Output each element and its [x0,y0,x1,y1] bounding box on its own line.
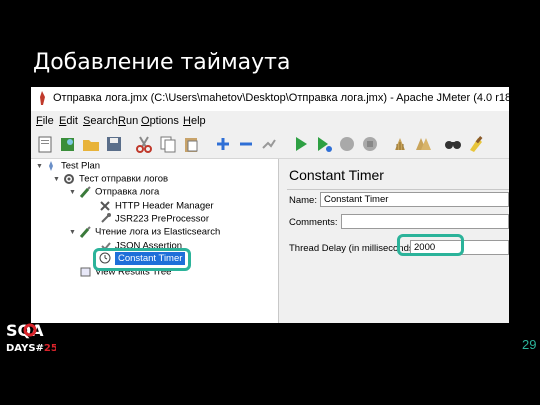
start-no-pause-icon[interactable] [314,134,334,154]
tree-node-sampler-send[interactable]: Отправка лога [79,186,159,198]
slide-title: Добавление таймаута [33,50,291,75]
svg-text:DAYS#25: DAYS#25 [6,343,56,354]
clear-all-icon[interactable] [413,134,433,154]
tree-collapse-icon[interactable]: ▼ [69,189,76,196]
test-plan-tree: ▼ Test Plan ▼ Тест отправки логов ▼ Отпр… [31,159,279,323]
pipette-icon [79,186,91,198]
menu-edit[interactable]: Edit [59,115,78,127]
menu-bar: File Edit Search Run Options Help [31,113,509,129]
tree-node-header-manager[interactable]: HTTP Header Manager [99,200,214,212]
menu-search[interactable]: Search [83,115,118,127]
expand-icon[interactable] [213,134,233,154]
paste-icon[interactable] [181,134,201,154]
menu-file[interactable]: File [36,115,54,127]
pipette-icon [79,226,91,238]
tree-collapse-icon[interactable]: ▼ [36,163,43,170]
test-plan-icon [49,161,53,171]
toggle-icon[interactable] [259,134,279,154]
stop-icon[interactable] [337,134,357,154]
save-icon[interactable] [104,134,124,154]
collapse-icon[interactable] [236,134,256,154]
tree-node-test-plan[interactable]: Test Plan [45,160,100,172]
name-field[interactable] [320,192,509,207]
menu-run[interactable]: Run [118,115,138,127]
tree-node-jsr223[interactable]: JSR223 PreProcessor [99,213,209,225]
comments-label: Comments: [289,217,338,228]
window-title: Отправка лога.jmx (C:\Users\mahetov\Desk… [53,92,509,104]
new-icon[interactable] [35,134,55,154]
jmeter-feather-icon [40,91,45,105]
tree-node-thread-group[interactable]: Тест отправки логов [63,173,168,185]
comments-field[interactable] [341,214,509,229]
start-icon[interactable] [291,134,311,154]
open-icon[interactable] [81,134,101,154]
page-number: 29 [522,337,537,352]
listener-icon [80,267,91,277]
sqa-days-logo: SQA DAYS#25 [6,321,56,354]
clear-icon[interactable] [390,134,410,154]
toolbar [31,130,509,159]
script-icon [101,213,111,223]
search-icon[interactable] [443,134,463,154]
name-label: Name: [289,195,317,206]
copy-icon[interactable] [158,134,178,154]
templates-icon[interactable] [58,134,78,154]
gear-icon [64,174,74,184]
window-titlebar: Отправка лога.jmx (C:\Users\mahetov\Desk… [31,87,509,111]
timer-settings-panel: Constant Timer Name: Comments: Thread De… [283,159,509,323]
wrench-icon [100,201,110,211]
shutdown-icon[interactable] [360,134,380,154]
timer-highlight-box [93,248,191,271]
tree-collapse-icon[interactable]: ▼ [53,176,60,183]
panel-title: Constant Timer [289,167,384,183]
jmeter-screenshot: Отправка лога.jmx (C:\Users\mahetov\Desk… [31,87,509,323]
menu-options[interactable]: Options [141,115,179,127]
delay-highlight-box [397,234,464,256]
menu-help[interactable]: Help [183,115,206,127]
tree-node-sampler-read[interactable]: Чтение лога из Elasticsearch [79,226,220,238]
tree-collapse-icon[interactable]: ▼ [69,229,76,236]
reset-search-icon[interactable] [466,134,486,154]
panel-divider [287,189,509,190]
cut-icon[interactable] [134,134,154,154]
